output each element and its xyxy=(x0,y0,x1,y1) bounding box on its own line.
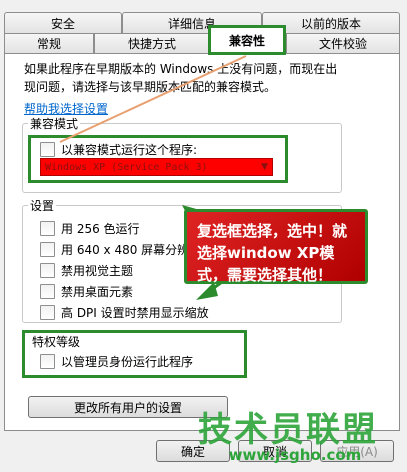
run-as-admin-row[interactable]: 以管理员身份运行此程序 xyxy=(40,353,193,370)
compat-mode-checkbox[interactable] xyxy=(40,142,55,157)
intro-text: 如果此程序在早期版本的 Windows 上没有问题，而现在出 现问题，请选择与该… xyxy=(24,60,384,96)
setting-disable-visual-themes-label: 禁用视觉主题 xyxy=(61,264,134,278)
run-as-admin-label: 以管理员身份运行此程序 xyxy=(61,355,194,369)
run-as-admin-checkbox[interactable] xyxy=(40,354,55,369)
setting-disable-visual-themes-checkbox[interactable] xyxy=(40,263,55,278)
compat-mode-checkbox-label: 以兼容模式运行这个程序: xyxy=(61,143,198,157)
setting-640x480-row[interactable]: 用 640 x 480 屏幕分辨率 xyxy=(40,241,201,258)
instruction-callout-text: 复选框选择，选中！就选择window XP模式，需要选择其他！ xyxy=(197,222,348,284)
tab-shortcut[interactable]: 快捷方式 xyxy=(94,33,210,53)
intro-line-1: 如果此程序在早期版本的 Windows 上没有问题，而现在出 xyxy=(24,62,338,76)
os-version-select[interactable]: Windows XP (Service Pack 3) ▼ xyxy=(40,158,273,176)
watermark-logo: 技术员联盟 xyxy=(198,410,378,450)
privilege-title: 特权等级 xyxy=(30,333,83,350)
intro-line-2: 现问题，请选择与该早期版本匹配的兼容模式。 xyxy=(24,80,277,94)
setting-disable-desktop-composition-row[interactable]: 禁用桌面元素 xyxy=(40,283,133,300)
chevron-down-icon: ▼ xyxy=(261,162,268,172)
setting-256-colors-label: 用 256 色运行 xyxy=(61,222,140,236)
setting-high-dpi-checkbox[interactable] xyxy=(40,305,55,320)
change-all-users-label: 更改所有用户的设置 xyxy=(73,400,182,415)
setting-256-colors-checkbox[interactable] xyxy=(40,221,55,236)
setting-640x480-checkbox[interactable] xyxy=(40,242,55,257)
setting-high-dpi-row[interactable]: 高 DPI 设置时禁用显示缩放 xyxy=(40,304,209,321)
tab-compatibility[interactable]: 兼容性 xyxy=(208,25,286,55)
tab-security[interactable]: 安全 xyxy=(4,12,122,33)
watermark-url: www.jsgho.com xyxy=(228,446,362,464)
tab-file-checksum[interactable]: 文件校验 xyxy=(286,33,400,53)
compat-mode-title: 兼容模式 xyxy=(28,115,81,132)
setting-disable-desktop-composition-label: 禁用桌面元素 xyxy=(61,285,134,299)
setting-640x480-label: 用 640 x 480 屏幕分辨率 xyxy=(61,243,202,257)
instruction-callout: 复选框选择，选中！就选择window XP模式，需要选择其他！ xyxy=(184,209,368,284)
setting-256-colors-row[interactable]: 用 256 色运行 xyxy=(40,220,140,237)
setting-disable-visual-themes-row[interactable]: 禁用视觉主题 xyxy=(40,262,133,279)
settings-title: 设置 xyxy=(28,197,57,214)
compat-mode-checkbox-row[interactable]: 以兼容模式运行这个程序: xyxy=(40,141,197,158)
setting-disable-desktop-composition-checkbox[interactable] xyxy=(40,284,55,299)
os-version-selected-value: Windows XP (Service Pack 3) xyxy=(45,161,208,173)
tab-general[interactable]: 常规 xyxy=(4,33,94,53)
setting-high-dpi-label: 高 DPI 设置时禁用显示缩放 xyxy=(61,306,209,320)
